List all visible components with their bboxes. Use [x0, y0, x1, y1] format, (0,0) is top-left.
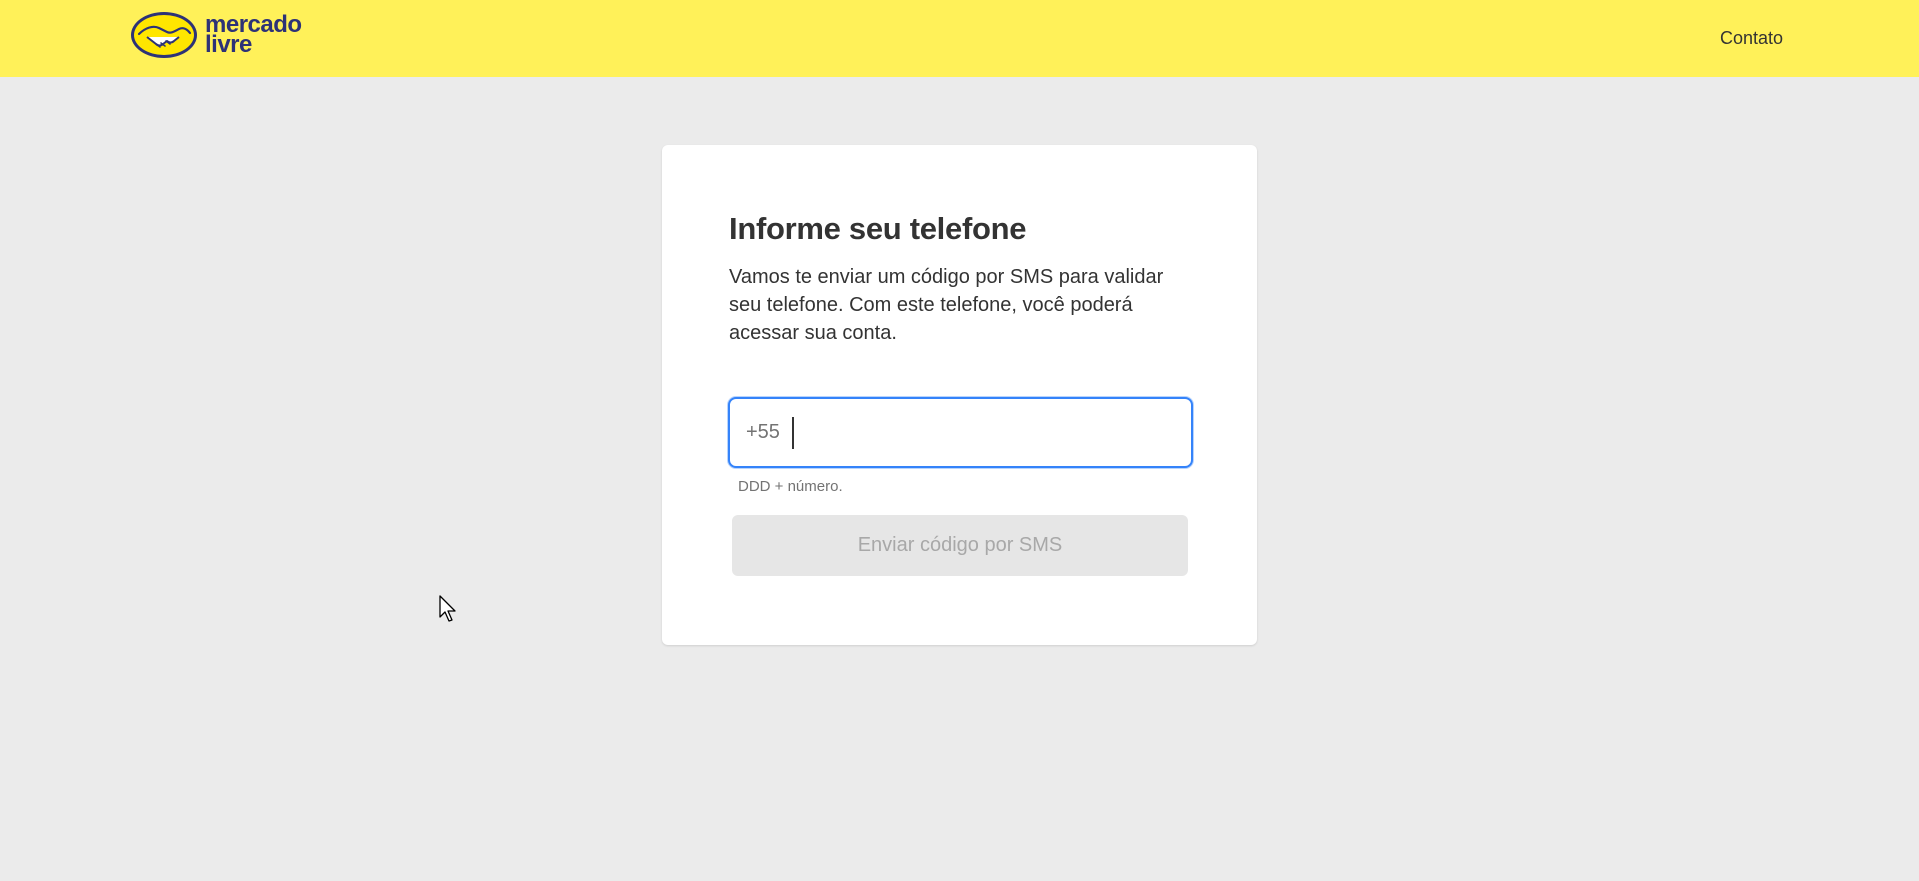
phone-helper-text: DDD + número.	[738, 478, 843, 495]
logo-line-2: livre	[205, 31, 252, 58]
phone-verification-card: Informe seu telefone Vamos te enviar um …	[662, 145, 1257, 645]
page-title: Informe seu telefone	[729, 211, 1027, 246]
page-description: Vamos te enviar um código por SMS para v…	[729, 266, 1164, 344]
mercado-livre-logo[interactable]: mercado livre	[129, 10, 302, 60]
phone-field[interactable]: +55	[728, 397, 1193, 468]
top-header: mercado livre Contato	[0, 0, 1919, 77]
phone-input[interactable]	[793, 399, 1191, 466]
mouse-pointer-icon	[439, 595, 459, 628]
country-code-prefix: +55	[746, 421, 780, 443]
logo-wordmark: mercado livre	[205, 13, 302, 58]
contact-link[interactable]: Contato	[1720, 28, 1783, 49]
handshake-icon	[129, 10, 199, 60]
send-sms-code-button[interactable]: Enviar código por SMS	[732, 515, 1188, 576]
